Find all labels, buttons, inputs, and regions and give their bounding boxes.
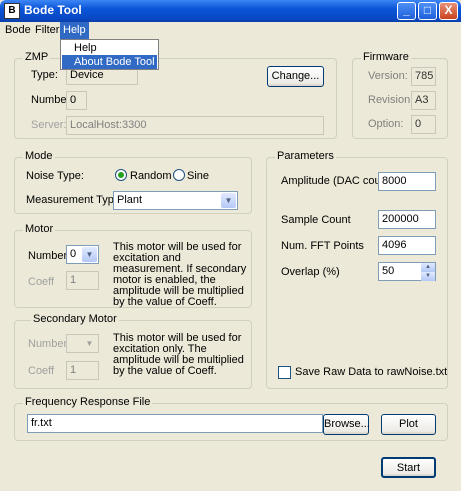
mode-legend: Mode [23,150,55,162]
version-field: 785 [411,67,436,86]
frequency-response-file-input[interactable]: fr.txt [27,414,323,433]
version-label: Version: [368,70,408,82]
motor-coeff-label: Coeff [28,276,55,288]
noise-sine-label[interactable]: Sine [187,170,209,182]
chevron-down-icon: ▼ [82,336,97,351]
motor-number-value: 0 [70,248,77,260]
spin-up-icon[interactable]: ▲ [421,263,435,272]
menu-item-help[interactable]: Help [62,41,157,55]
secondary-number-select: ▼ [66,334,99,353]
server-field: LocalHost:3300 [66,116,324,135]
server-label: Server: [31,119,67,131]
measurement-type-label: Measurement Type: [26,194,124,206]
parameters-legend: Parameters [275,150,336,162]
noise-type-label: Noise Type: [26,170,84,182]
close-button[interactable]: X [439,2,458,20]
noise-sine-radio[interactable] [173,169,185,181]
number-field: 0 [66,91,87,110]
motor-coeff-field: 1 [66,271,99,290]
menu-help[interactable]: Help [60,22,89,39]
option-label: Option: [368,118,404,130]
motor-description: This motor will be used for excitation a… [113,241,247,308]
menu-item-about[interactable]: About Bode Tool [62,55,157,69]
chevron-down-icon[interactable]: ▼ [82,247,97,262]
motor-number-select[interactable]: 0 ▼ [66,245,99,264]
overlap-label: Overlap (%) [281,266,340,278]
frequency-response-legend: Frequency Response File [23,396,153,408]
save-raw-checkbox[interactable] [278,366,291,379]
help-dropdown-menu: Help About Bode Tool [60,39,159,70]
plot-button[interactable]: Plot [381,414,436,435]
maximize-button[interactable]: □ [418,2,437,20]
start-button[interactable]: Start [381,457,436,478]
browse-button[interactable]: Browse... [323,414,370,435]
chevron-down-icon[interactable]: ▼ [221,193,236,208]
zmp-legend: ZMP [23,51,51,63]
revision-label: Revision: [368,94,414,106]
window-title: Bode Tool [24,3,82,17]
revision-field: A3 [411,91,436,110]
type-label: Type: [31,69,58,81]
title-bar[interactable]: B Bode Tool _ □ X [0,0,461,22]
sample-count-label: Sample Count [281,214,351,226]
option-field: 0 [411,115,436,134]
noise-random-label[interactable]: Random [130,170,172,182]
measurement-type-select[interactable]: Plant ▼ [113,191,238,210]
app-icon: B [4,3,20,19]
fft-points-label: Num. FFT Points [281,240,364,252]
spin-down-icon[interactable]: ▼ [421,272,435,281]
secondary-coeff-label: Coeff [28,365,55,377]
secondary-motor-description: This motor will be used for excitation o… [113,332,244,377]
motor-legend: Motor [23,223,56,235]
overlap-value: 50 [382,265,395,277]
minimize-button[interactable]: _ [397,2,416,20]
amplitude-input[interactable]: 8000 [378,172,436,191]
sample-count-input[interactable]: 200000 [378,210,436,229]
secondary-coeff-field: 1 [66,361,99,380]
menu-bode[interactable]: Bode [5,24,31,36]
noise-random-radio[interactable] [115,169,127,181]
overlap-input[interactable]: 50 ▲ ▼ [378,262,436,281]
save-raw-label[interactable]: Save Raw Data to rawNoise.txt [295,366,447,378]
secondary-number-label: Number [28,338,68,350]
motor-number-label: Number [28,250,68,262]
firmware-legend: Firmware [361,51,411,63]
measurement-type-value: Plant [117,194,143,206]
secondary-motor-legend: Secondary Motor [31,313,119,325]
fft-points-input[interactable]: 4096 [378,236,436,255]
change-button[interactable]: Change... [267,66,324,87]
menu-filter[interactable]: Filter [35,24,59,36]
